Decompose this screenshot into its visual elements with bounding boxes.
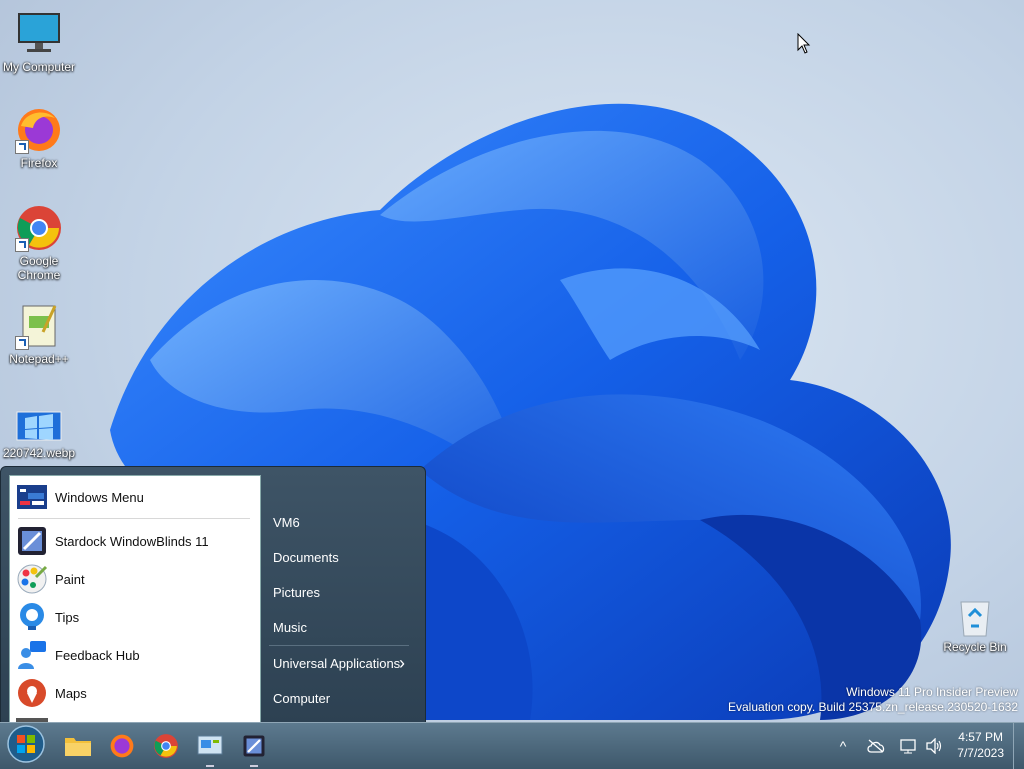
- pinned-item-label: Stardock WindowBlinds 11: [55, 533, 209, 549]
- place-pictures[interactable]: Pictures: [263, 575, 415, 610]
- shortcut-arrow-icon: [15, 336, 29, 350]
- tray-volume[interactable]: [922, 723, 946, 769]
- tray-overflow-button[interactable]: ^: [832, 723, 854, 769]
- image-file-icon: [15, 408, 63, 444]
- paint-icon: [16, 563, 48, 595]
- taskbar-chrome[interactable]: [146, 728, 186, 764]
- windowblinds-icon: [16, 525, 48, 557]
- place-music[interactable]: Music: [263, 610, 415, 645]
- pinned-item-paint[interactable]: Paint: [16, 562, 252, 596]
- place-documents[interactable]: Documents: [263, 540, 415, 575]
- volume-icon: [926, 738, 942, 754]
- taskbar-control-panel[interactable]: [190, 728, 230, 767]
- desktop-icon-firefox[interactable]: Firefox: [0, 106, 78, 170]
- desktop-icon-image-file[interactable]: 220742.webp: [0, 408, 78, 460]
- pinned-item-label: Maps: [55, 685, 87, 701]
- windows-watermark: Windows 11 Pro Insider Preview Evaluatio…: [728, 685, 1018, 715]
- file-explorer-icon: [65, 738, 91, 756]
- places-list: VM6 Documents Pictures Music Universal A…: [263, 505, 415, 716]
- pinned-divider: [18, 518, 250, 519]
- monitor-icon: [15, 10, 63, 58]
- desktop-icon-notepadpp[interactable]: Notepad++: [0, 302, 78, 366]
- place-label: VM6: [273, 515, 300, 530]
- place-universal-applications[interactable]: Universal Applications ›: [263, 646, 415, 681]
- place-label: Computer: [273, 691, 331, 706]
- taskbar-windowblinds[interactable]: [234, 728, 274, 767]
- clock-date: 7/7/2023: [957, 746, 1004, 760]
- control-panel-icon: [197, 735, 223, 755]
- watermark-edition: Windows 11 Pro Insider Preview: [846, 685, 1018, 699]
- start-orb-icon: [7, 725, 45, 763]
- taskbar-firefox[interactable]: [102, 728, 142, 764]
- clock-time: 4:57 PM: [958, 730, 1003, 744]
- desktop-icon-label: 220742.webp: [2, 446, 76, 460]
- chrome-icon: [154, 734, 178, 758]
- shortcut-arrow-icon: [15, 140, 29, 154]
- start-menu: Windows Menu Stardock WindowBlinds 11 Pa…: [0, 466, 426, 724]
- mouse-cursor-icon: [797, 33, 811, 54]
- place-label: Documents: [273, 550, 339, 565]
- network-icon: [900, 739, 916, 754]
- place-vm6[interactable]: VM6: [263, 505, 415, 540]
- desktop-icon-chrome[interactable]: Google Chrome: [0, 204, 78, 282]
- place-computer[interactable]: Computer: [263, 681, 415, 716]
- watermark-build: Evaluation copy. Build 25375.zn_release.…: [728, 700, 1018, 714]
- pinned-programs-list: Windows Menu Stardock WindowBlinds 11 Pa…: [9, 475, 261, 724]
- running-indicator: [250, 765, 258, 767]
- pinned-item-windowblinds[interactable]: Stardock WindowBlinds 11: [16, 524, 252, 558]
- shortcut-arrow-icon: [15, 238, 29, 252]
- desktop-icon-label: Notepad++: [9, 352, 69, 366]
- tray-onedrive[interactable]: [864, 723, 888, 769]
- desktop-icon-recycle-bin[interactable]: Recycle Bin: [936, 598, 1014, 654]
- firefox-icon: [15, 106, 63, 154]
- tray-network[interactable]: [896, 723, 920, 769]
- cloud-offline-icon: [867, 739, 885, 753]
- pinned-item-label: Feedback Hub: [55, 647, 140, 663]
- feedback-hub-icon: [16, 639, 48, 671]
- pinned-item-label: Tips: [55, 609, 80, 625]
- chevron-right-icon: ›: [399, 653, 405, 673]
- firefox-icon: [110, 734, 134, 758]
- maps-icon: [16, 677, 48, 709]
- tray-clock[interactable]: 4:57 PM 7/7/2023: [957, 729, 1004, 761]
- place-label: Music: [273, 620, 307, 635]
- pinned-item-tips[interactable]: Tips: [16, 600, 252, 634]
- recycle-bin-icon: [955, 598, 995, 638]
- notepadpp-icon: [15, 302, 63, 350]
- desktop-icon-label: Firefox: [20, 156, 58, 170]
- show-desktop-button[interactable]: [1013, 723, 1024, 769]
- desktop-icon-label: Recycle Bin: [943, 640, 1007, 654]
- pinned-item-maps[interactable]: Maps: [16, 676, 252, 710]
- tips-icon: [16, 601, 48, 633]
- pinned-item-windows-menu[interactable]: Windows Menu: [16, 480, 252, 514]
- windows-menu-icon: [16, 481, 48, 513]
- taskbar: ^ 4:57 PM 7/7/2023: [0, 722, 1024, 769]
- desktop-icon-label: Google Chrome: [17, 254, 61, 282]
- windowblinds-icon: [243, 735, 265, 757]
- desktop-icon-label: My Computer: [2, 60, 76, 74]
- running-indicator: [206, 765, 214, 767]
- taskbar-file-explorer[interactable]: [58, 728, 98, 764]
- place-label: Universal Applications: [273, 656, 401, 671]
- pinned-item-feedback-hub[interactable]: Feedback Hub: [16, 638, 252, 672]
- pinned-item-label: Paint: [55, 571, 85, 587]
- chrome-icon: [15, 204, 63, 252]
- chevron-up-icon: ^: [839, 738, 847, 754]
- start-button[interactable]: [6, 725, 46, 763]
- desktop-icon-my-computer[interactable]: My Computer: [0, 10, 78, 74]
- pinned-item-label: Windows Menu: [55, 489, 144, 505]
- place-label: Pictures: [273, 585, 320, 600]
